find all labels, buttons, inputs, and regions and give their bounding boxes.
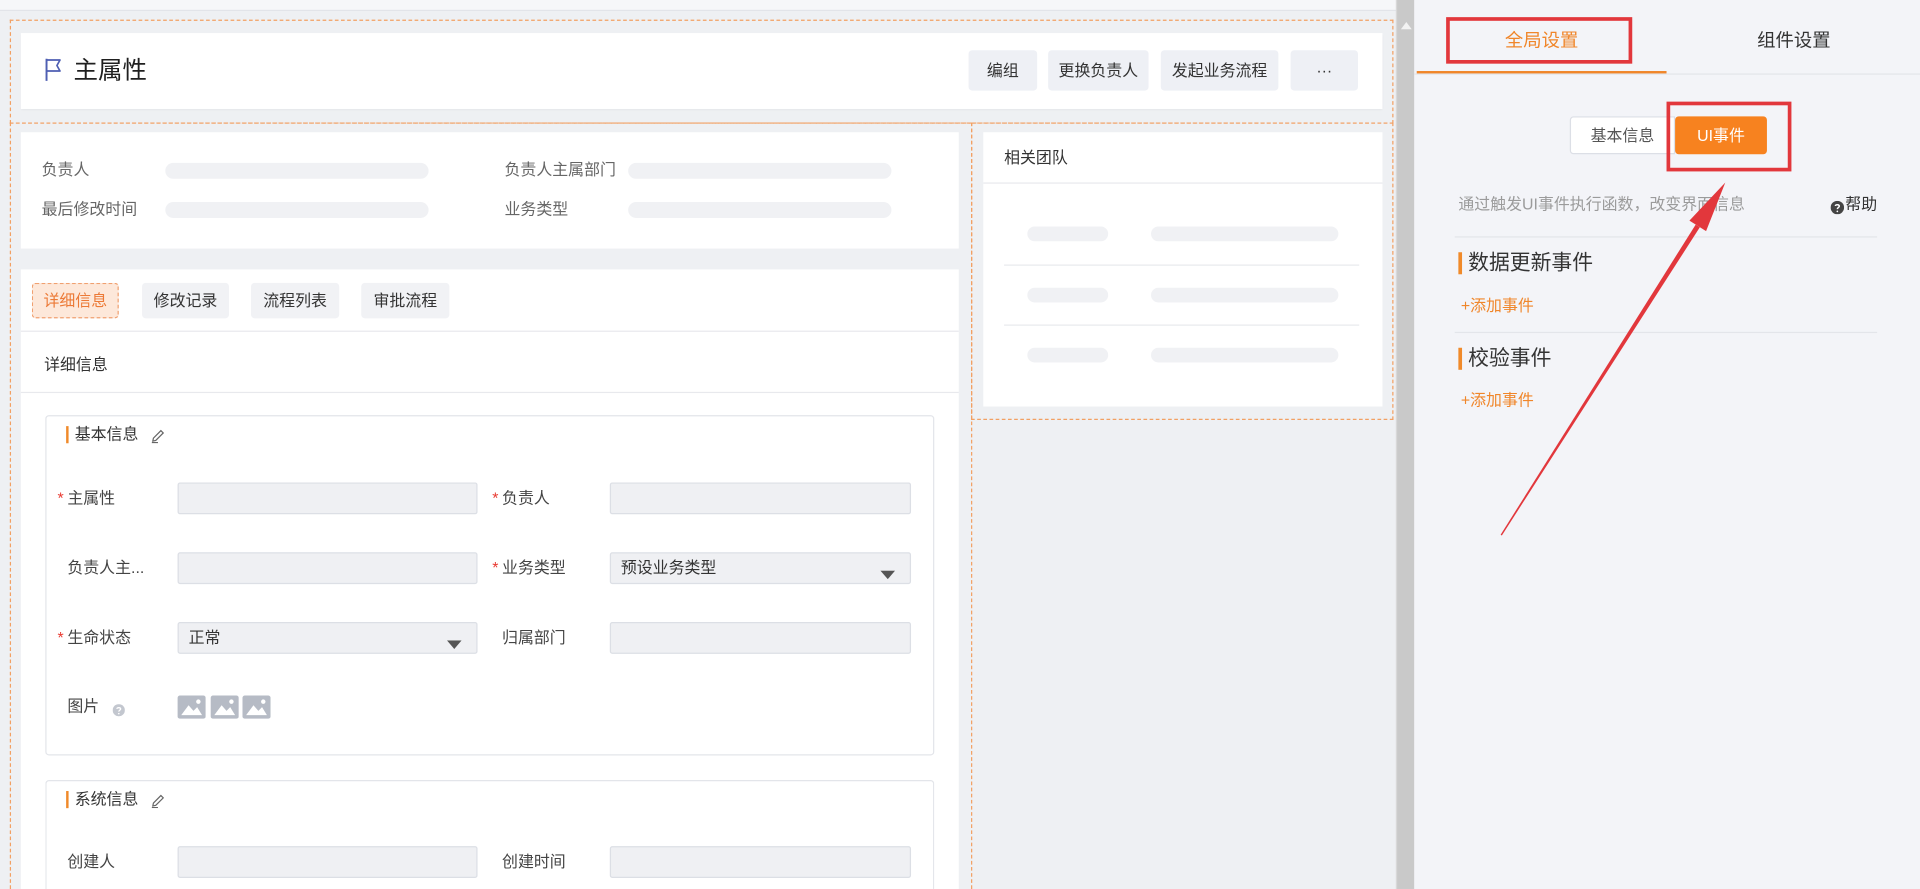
field-label-image: 图片 (67, 696, 100, 716)
divider (20, 330, 959, 332)
select-value: 正常 (188, 628, 221, 647)
divider (1414, 73, 1920, 75)
section-title: 基本信息 (74, 424, 139, 444)
required-mark: * (492, 558, 499, 577)
record-header: 主属性 编组 更换负责人 发起业务流程 ··· (20, 33, 1383, 109)
creator-input[interactable] (177, 846, 478, 878)
team-row-placeholder (1151, 287, 1339, 303)
help-icon[interactable] (1830, 198, 1845, 215)
field-label-text: 主属性 (67, 488, 116, 507)
tab-detail-info[interactable]: 详细信息 (31, 282, 119, 319)
event-group-title-data-update: 数据更新事件 (1468, 251, 1594, 275)
divider (1454, 331, 1878, 334)
image-placeholder-icon[interactable] (210, 695, 239, 719)
team-row-placeholder (1027, 226, 1109, 242)
summary-value-placeholder (165, 162, 429, 179)
summary-value-placeholder (628, 162, 892, 179)
required-mark: * (57, 488, 64, 507)
tab-global-settings[interactable]: 全局设置 (1416, 0, 1667, 74)
section-basic-info: 基本信息 * 主属性 * 负责人 负责人主... * 业务类型 预设业务类型 *… (45, 415, 935, 756)
caret-down-icon (446, 634, 462, 649)
tab-component-settings[interactable]: 组件设置 (1669, 0, 1919, 73)
more-button[interactable]: ··· (1290, 50, 1358, 91)
tab-process-list[interactable]: 流程列表 (251, 282, 340, 319)
divider (983, 182, 1383, 184)
team-row-placeholder (1027, 287, 1109, 303)
field-label-department: 归属部门 (502, 628, 566, 647)
created-time-input[interactable] (609, 846, 912, 878)
caret-down-icon (880, 564, 896, 580)
tab-approval-process[interactable]: 审批流程 (361, 282, 450, 319)
settings-panel: 全局设置 组件设置 基本信息 UI事件 通过触发UI事件执行函数，改变界面信息 … (1414, 0, 1920, 889)
add-validation-event-link[interactable]: +添加事件 (1461, 389, 1534, 411)
team-row-placeholder (1027, 347, 1109, 363)
summary-label-owner: 负责人 (41, 160, 90, 179)
divider (1004, 324, 1360, 326)
summary-card: 负责人 负责人主属部门 最后修改时间 业务类型 (20, 132, 959, 249)
image-placeholder-icon[interactable] (242, 695, 271, 719)
owner-input[interactable] (609, 482, 912, 515)
group-button[interactable]: 编组 (968, 50, 1038, 91)
owner-dept-input[interactable] (177, 552, 478, 585)
divider (1004, 264, 1360, 266)
department-input[interactable] (609, 622, 912, 654)
field-label-text: 生命状态 (67, 628, 132, 647)
field-label-business-type: * 业务类型 (492, 557, 566, 579)
start-process-button[interactable]: 发起业务流程 (1160, 50, 1279, 91)
detail-card: 详细信息 修改记录 流程列表 审批流程 详细信息 基本信息 * 主属性 * 负责… (20, 269, 959, 889)
field-label-owner: * 负责人 (492, 487, 550, 509)
edit-pencil-icon[interactable] (151, 792, 166, 809)
event-group-accent-bar (1458, 347, 1463, 370)
image-placeholder-icon[interactable] (177, 695, 206, 719)
vertical-scrollbar[interactable] (1395, 0, 1415, 889)
field-label-text: 负责人 (502, 488, 550, 507)
section-system-info: 系统信息 创建人 创建时间 (45, 780, 935, 889)
section-title: 系统信息 (74, 789, 139, 809)
field-label-owner-dept: 负责人主... (67, 558, 145, 577)
business-type-select[interactable]: 预设业务类型 (609, 552, 912, 585)
team-row-placeholder (1151, 347, 1339, 363)
summary-label-modified-time: 最后修改时间 (41, 199, 138, 218)
app-stage: 主属性 编组 更换负责人 发起业务流程 ··· 负责人 负责人主属部门 最后修改… (0, 0, 1920, 889)
main-attribute-input[interactable] (177, 482, 478, 515)
summary-label-owner-dept: 负责人主属部门 (504, 160, 616, 179)
edit-pencil-icon[interactable] (151, 427, 166, 444)
top-strip (0, 0, 1396, 12)
ui-events-description: 通过触发UI事件执行函数，改变界面信息 (1458, 194, 1745, 214)
summary-value-placeholder (628, 202, 892, 218)
page-title: 主属性 (73, 57, 147, 85)
related-team-title: 相关团队 (1004, 148, 1068, 167)
segment-basic-info[interactable]: 基本信息 (1569, 116, 1676, 155)
field-label-main-attribute: * 主属性 (58, 487, 116, 509)
lifecycle-status-select[interactable]: 正常 (177, 622, 478, 654)
section-accent-bar (66, 426, 69, 444)
field-label-creator: 创建人 (67, 852, 116, 871)
summary-value-placeholder (165, 202, 429, 218)
detail-panel-title: 详细信息 (44, 355, 108, 374)
required-mark: * (57, 628, 64, 647)
team-row-placeholder (1151, 226, 1339, 242)
field-label-created-time: 创建时间 (502, 852, 566, 871)
tab-change-log[interactable]: 修改记录 (142, 282, 229, 319)
change-owner-button[interactable]: 更换负责人 (1048, 50, 1149, 91)
flag-icon (44, 58, 64, 82)
event-group-title-validation: 校验事件 (1468, 346, 1552, 370)
divider (1454, 236, 1878, 238)
add-data-update-event-link[interactable]: +添加事件 (1461, 295, 1534, 317)
event-group-accent-bar (1458, 252, 1463, 275)
section-accent-bar (66, 791, 69, 809)
field-label-text: 业务类型 (502, 558, 566, 577)
field-label-lifecycle-status: * 生命状态 (58, 627, 132, 649)
required-mark: * (492, 488, 499, 507)
related-team-card: 相关团队 (983, 132, 1383, 407)
select-value: 预设业务类型 (620, 558, 717, 577)
divider (20, 391, 959, 394)
segment-ui-events[interactable]: UI事件 (1675, 116, 1767, 155)
scroll-up-arrow-icon[interactable] (1400, 13, 1412, 30)
help-link[interactable]: 帮助 (1845, 193, 1877, 215)
summary-label-business-type: 业务类型 (504, 199, 569, 218)
question-icon[interactable] (112, 700, 125, 717)
